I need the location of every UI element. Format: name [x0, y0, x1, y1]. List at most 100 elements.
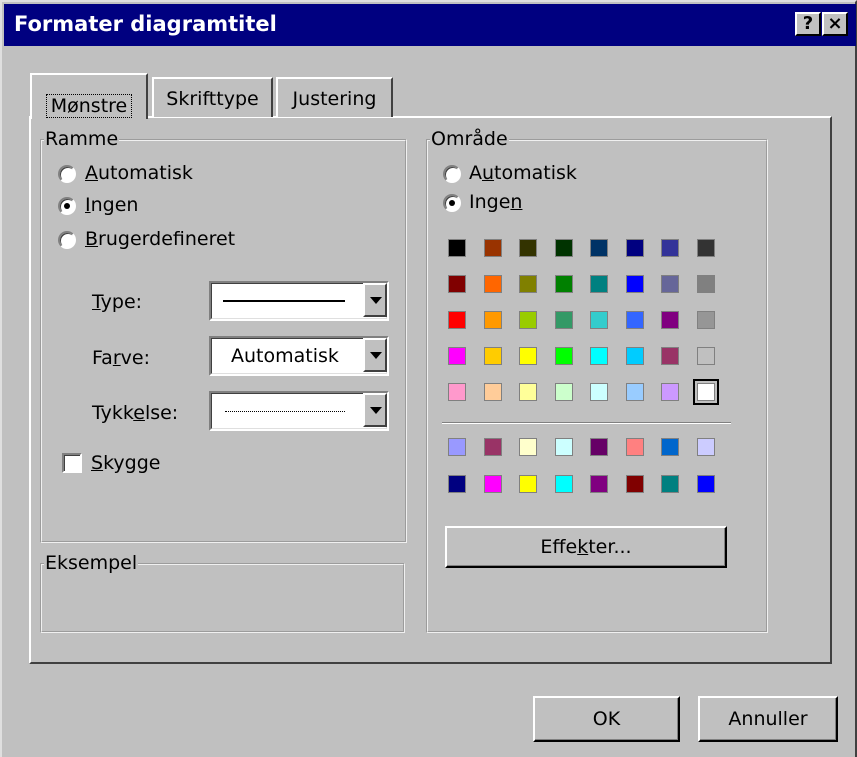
color-swatch[interactable] [590, 311, 608, 329]
palette-divider [442, 422, 731, 424]
title-bar: Formater diagramtitel ? × [4, 4, 856, 46]
eksempel-title: Eksempel [44, 552, 139, 574]
color-swatch[interactable] [448, 475, 466, 493]
color-swatch[interactable] [697, 475, 715, 493]
color-swatch[interactable] [626, 239, 644, 257]
color-swatch[interactable] [697, 347, 715, 365]
tab-monstre[interactable]: Mønstre [30, 73, 148, 119]
omrade-ingen-radio[interactable] [443, 194, 461, 212]
color-swatch[interactable] [448, 347, 466, 365]
color-swatch[interactable] [590, 275, 608, 293]
color-select-value: Automatisk [231, 345, 339, 367]
skygge-checkbox[interactable] [62, 453, 82, 473]
color-swatch[interactable] [555, 438, 573, 456]
color-swatch[interactable] [484, 239, 502, 257]
omrade-automatisk-radio[interactable] [443, 165, 461, 183]
color-swatch[interactable] [661, 438, 679, 456]
effekter-button[interactable]: Effekter... [445, 526, 727, 568]
color-swatch[interactable] [555, 347, 573, 365]
tab-label: Mønstre [45, 94, 133, 118]
color-swatch[interactable] [626, 347, 644, 365]
color-swatch[interactable] [448, 239, 466, 257]
color-swatch[interactable] [697, 239, 715, 257]
color-swatch[interactable] [555, 311, 573, 329]
effekter-label: Effekter... [540, 536, 632, 558]
cancel-label: Annuller [728, 708, 808, 730]
color-swatch[interactable] [697, 311, 715, 329]
skygge-label[interactable]: Skygge [91, 452, 160, 474]
color-swatch[interactable] [519, 239, 537, 257]
chevron-down-icon[interactable] [363, 283, 387, 317]
color-swatch[interactable] [661, 475, 679, 493]
color-swatch[interactable] [484, 438, 502, 456]
color-swatch[interactable] [661, 275, 679, 293]
color-swatch[interactable] [661, 347, 679, 365]
ramme-ingen-label[interactable]: Ingen [85, 194, 138, 216]
tykkelse-label: Tykkelse: [92, 402, 179, 424]
tab-skrifttype[interactable]: Skrifttype [152, 77, 273, 117]
omrade-ingen-label[interactable]: Ingen [469, 191, 522, 213]
color-swatch[interactable] [590, 239, 608, 257]
color-swatch[interactable] [555, 239, 573, 257]
color-swatch[interactable] [555, 383, 573, 401]
color-swatch[interactable] [697, 438, 715, 456]
color-swatch[interactable] [555, 275, 573, 293]
color-swatch[interactable] [626, 383, 644, 401]
color-swatch[interactable] [448, 311, 466, 329]
window-title: Formater diagramtitel [14, 12, 277, 36]
color-swatch[interactable] [661, 239, 679, 257]
help-button[interactable]: ? [795, 12, 821, 36]
ramme-automatisk-radio[interactable] [58, 165, 76, 183]
line-style-select[interactable] [209, 281, 389, 321]
color-swatch[interactable] [590, 383, 608, 401]
chevron-down-icon[interactable] [363, 338, 387, 372]
color-swatch[interactable] [590, 475, 608, 493]
color-select[interactable]: Automatisk [209, 336, 389, 376]
tab-justering[interactable]: Justering [276, 77, 393, 117]
color-swatch[interactable] [626, 475, 644, 493]
cancel-button[interactable]: Annuller [698, 696, 838, 742]
omrade-automatisk-label[interactable]: Automatisk [469, 162, 577, 184]
color-swatch[interactable] [693, 379, 719, 405]
solid-line-sample [223, 300, 345, 302]
color-swatch[interactable] [661, 383, 679, 401]
chevron-down-icon[interactable] [363, 393, 387, 427]
color-swatch[interactable] [519, 475, 537, 493]
color-swatch[interactable] [484, 383, 502, 401]
ramme-brugerdefineret-label[interactable]: Brugerdefineret [85, 228, 235, 250]
color-swatch[interactable] [626, 311, 644, 329]
color-swatch[interactable] [661, 311, 679, 329]
color-swatch[interactable] [448, 275, 466, 293]
weight-select[interactable] [209, 391, 389, 431]
color-swatch[interactable] [519, 311, 537, 329]
ramme-title: Ramme [44, 128, 120, 150]
color-swatch[interactable] [590, 438, 608, 456]
color-swatch[interactable] [590, 347, 608, 365]
color-swatch[interactable] [519, 347, 537, 365]
ok-button[interactable]: OK [533, 696, 680, 742]
color-swatch[interactable] [555, 475, 573, 493]
tab-label: Skrifttype [166, 88, 259, 110]
ramme-automatisk-label[interactable]: Automatisk [85, 162, 193, 184]
color-swatch[interactable] [448, 383, 466, 401]
color-swatch[interactable] [626, 275, 644, 293]
omrade-title: Område [430, 128, 509, 150]
color-swatch[interactable] [484, 311, 502, 329]
color-swatch[interactable] [484, 275, 502, 293]
color-swatch[interactable] [484, 475, 502, 493]
eksempel-group: Eksempel [40, 552, 405, 633]
tab-label: Justering [292, 88, 377, 110]
ramme-ingen-radio[interactable] [58, 197, 76, 215]
color-swatch[interactable] [519, 383, 537, 401]
color-swatch[interactable] [448, 438, 466, 456]
ramme-brugerdefineret-radio[interactable] [58, 231, 76, 249]
farve-label: Farve: [92, 347, 150, 369]
color-swatch[interactable] [519, 438, 537, 456]
color-swatch[interactable] [697, 275, 715, 293]
color-swatch[interactable] [519, 275, 537, 293]
close-button[interactable]: × [822, 12, 848, 36]
thin-line-sample [225, 411, 345, 412]
ok-label: OK [592, 708, 621, 730]
color-swatch[interactable] [484, 347, 502, 365]
color-swatch[interactable] [626, 438, 644, 456]
